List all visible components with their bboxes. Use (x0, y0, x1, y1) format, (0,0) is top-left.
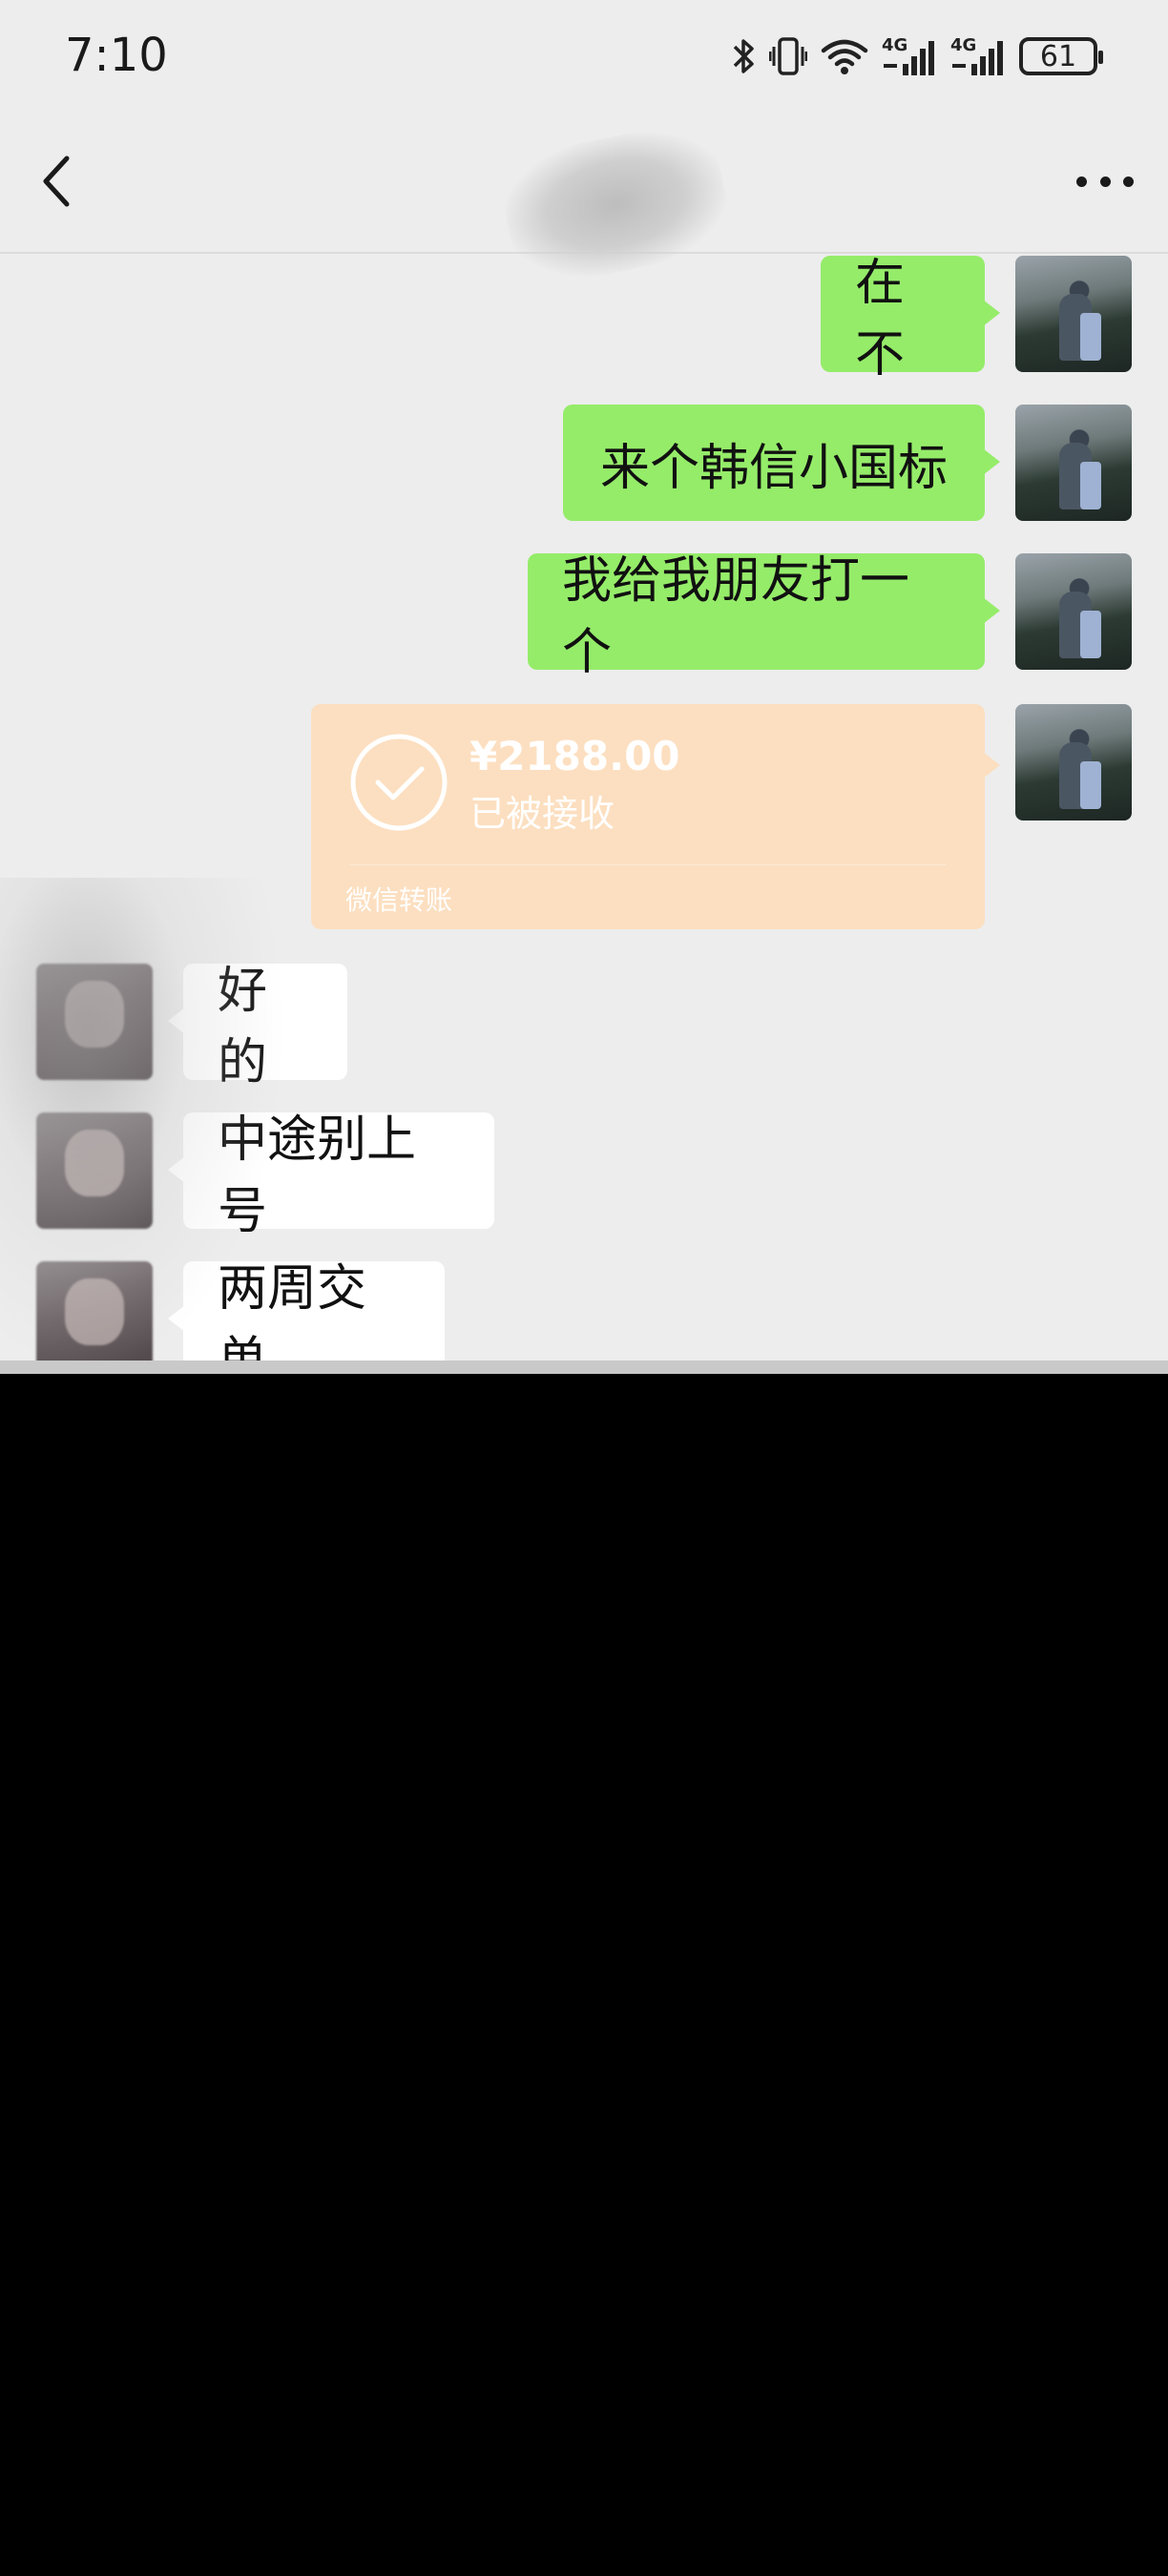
chat-screen: 7:10 4G 4G 61 在不 来个韩信小国标 我给我朋友打一个 ¥2188.… (0, 0, 1168, 1361)
message-bubble-received[interactable]: 中途别上号 (168, 1111, 494, 1240)
message-bubble-sent[interactable]: 在不 (821, 255, 1000, 384)
signal-icon-2: 4G (950, 35, 1006, 77)
divider (349, 864, 947, 865)
more-options-icon[interactable] (1076, 172, 1134, 191)
my-avatar[interactable] (1015, 405, 1132, 521)
message-bubble-received[interactable]: 好的 (168, 963, 347, 1091)
message-bubble-sent[interactable]: 我给我朋友打一个 (528, 552, 1000, 681)
transfer-status: 已被接收 (469, 793, 615, 835)
screen-bottom-edge (0, 1361, 1168, 1374)
my-avatar[interactable] (1015, 256, 1132, 372)
transfer-amount: ¥2188.00 (469, 733, 680, 779)
battery-icon: 61 (1019, 37, 1103, 75)
contact-avatar[interactable] (36, 1112, 153, 1229)
my-avatar[interactable] (1015, 704, 1132, 821)
vibrate-icon (769, 35, 807, 77)
back-chevron-icon[interactable] (34, 151, 80, 212)
bluetooth-icon (731, 35, 756, 77)
checkmark-circle-icon (349, 733, 448, 832)
transfer-footer-label: 微信转账 (345, 884, 453, 916)
contact-avatar[interactable] (36, 964, 153, 1080)
wifi-icon (821, 35, 868, 77)
status-icons: 4G 4G 61 (731, 32, 1103, 80)
contact-avatar[interactable] (36, 1261, 153, 1361)
redaction-scribble (493, 115, 738, 293)
status-time: 7:10 (65, 29, 168, 82)
message-bubble-sent[interactable]: 来个韩信小国标 (563, 405, 1000, 521)
transfer-card[interactable]: ¥2188.00 已被接收 微信转账 (311, 704, 1000, 929)
chat-header (0, 114, 1168, 293)
message-bubble-received[interactable]: 两周交单 (168, 1260, 445, 1361)
chat-title-redacted (468, 115, 754, 293)
my-avatar[interactable] (1015, 553, 1132, 670)
empty-black-area (0, 1374, 1168, 2576)
signal-icon: 4G (882, 35, 937, 77)
status-bar: 7:10 4G 4G 61 (0, 0, 1168, 114)
